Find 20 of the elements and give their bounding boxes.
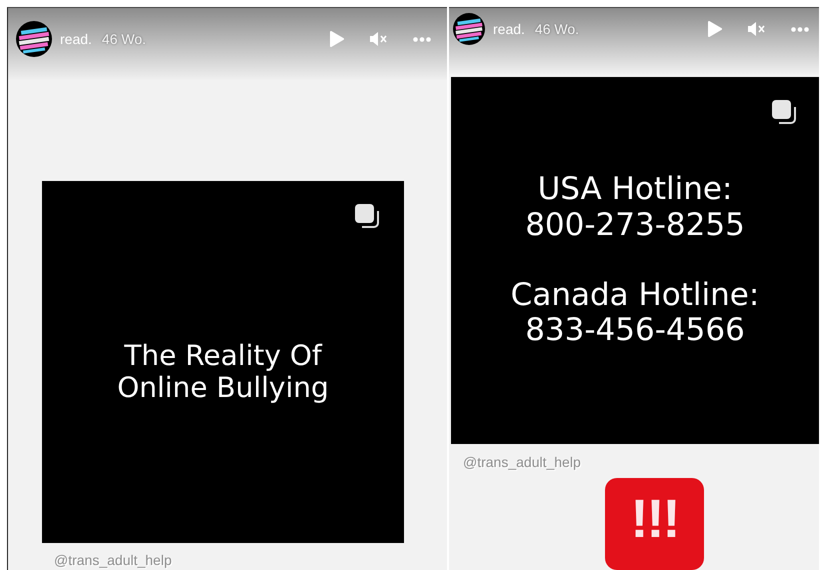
more-button[interactable] (413, 36, 431, 42)
mute-button[interactable] (748, 22, 765, 36)
multiple-images-icon (771, 99, 797, 125)
alert-sticker: !!! (605, 478, 704, 570)
account-name[interactable]: read. (493, 21, 525, 37)
post-text: Canada Hotline: 833-456-4566 (510, 278, 760, 349)
post-text: USA Hotline: 800-273-8255 (525, 172, 745, 244)
account-handle: @trans_adult_help (54, 552, 172, 568)
account-name[interactable]: read. (60, 31, 92, 47)
multiple-images-icon (354, 203, 380, 229)
mute-button[interactable] (370, 32, 387, 46)
post-age: 46 Wo. (102, 31, 146, 47)
avatar-icon (453, 13, 485, 45)
play-button[interactable] (708, 21, 722, 37)
avatar-icon (16, 21, 52, 57)
post-age: 46 Wo. (534, 21, 580, 37)
account-handle: @trans_adult_help (463, 454, 581, 470)
post-text: The Reality Of Online Bullying (117, 340, 329, 404)
play-button[interactable] (330, 31, 344, 47)
more-button[interactable] (791, 26, 809, 32)
